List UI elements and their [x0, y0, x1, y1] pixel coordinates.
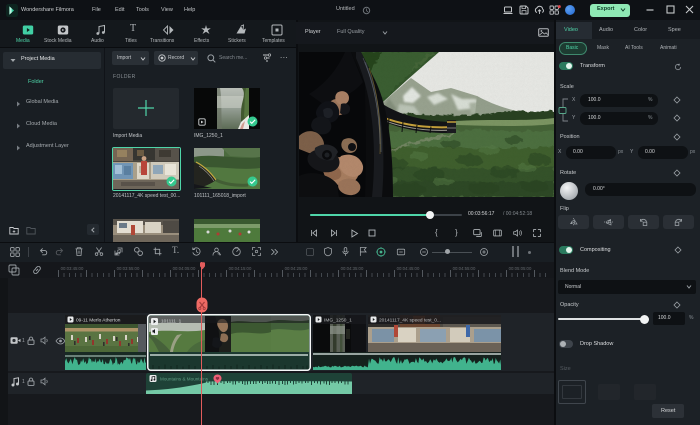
- svg-text:20141117_4K speed test_0...: 20141117_4K speed test_0...: [379, 318, 441, 324]
- svg-text:09-11 Merlo Atherton: 09-11 Merlo Atherton: [76, 318, 121, 324]
- svg-text:IMG_1250_1: IMG_1250_1: [324, 318, 352, 324]
- svg-text:101111_1: 101111_1: [161, 319, 182, 325]
